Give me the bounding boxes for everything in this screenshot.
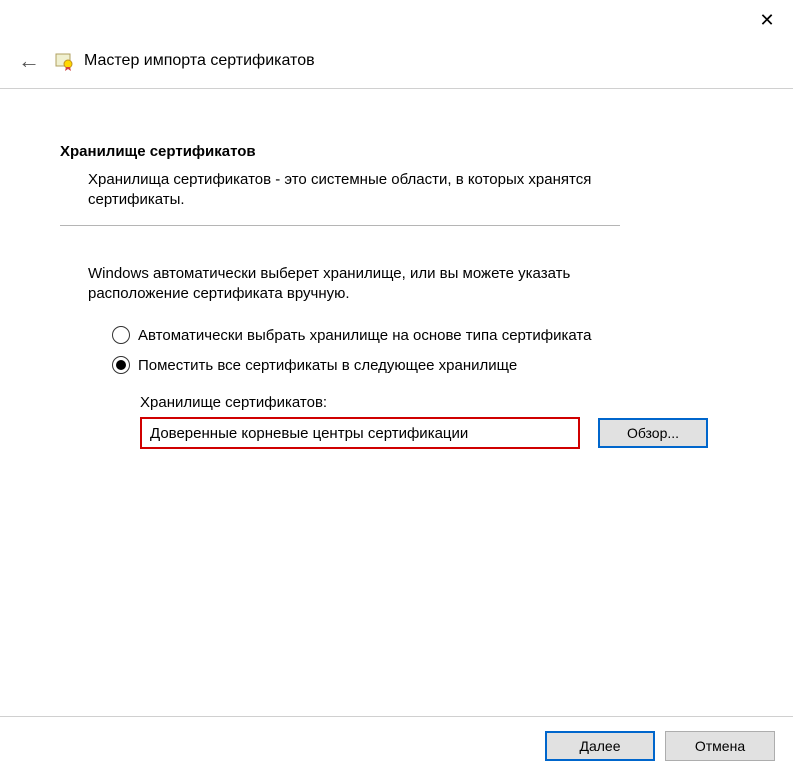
browse-button-label: Обзор... (627, 425, 679, 441)
next-button[interactable]: Далее (545, 731, 655, 761)
store-input[interactable]: Доверенные корневые центры сертификации (140, 417, 580, 449)
radio-manual[interactable] (112, 356, 130, 374)
close-button[interactable]: ✕ (753, 6, 781, 34)
radio-auto[interactable] (112, 326, 130, 344)
section-title: Хранилище сертификатов (60, 143, 733, 160)
cancel-button[interactable]: Отмена (665, 731, 775, 761)
store-label: Хранилище сертификатов: (140, 394, 733, 411)
store-row: Доверенные корневые центры сертификации … (140, 417, 733, 449)
certificate-icon (54, 50, 76, 72)
section-description: Хранилища сертификатов - это системные о… (60, 170, 620, 226)
titlebar: ✕ (0, 0, 793, 40)
wizard-footer: Далее Отмена (0, 716, 793, 775)
radio-manual-row[interactable]: Поместить все сертификаты в следующее хр… (112, 356, 733, 374)
next-button-label: Далее (579, 738, 620, 754)
wizard-title: Мастер импорта сертификатов (84, 52, 315, 70)
radio-auto-row[interactable]: Автоматически выбрать хранилище на основ… (112, 326, 733, 344)
wizard-content: Хранилище сертификатов Хранилища сертифи… (0, 89, 793, 449)
wizard-header: ← Мастер импорта сертификатов (0, 40, 793, 89)
instruction-text: Windows автоматически выберет хранилище,… (60, 264, 620, 305)
browse-button[interactable]: Обзор... (598, 418, 708, 448)
cancel-button-label: Отмена (695, 738, 745, 754)
close-icon: ✕ (759, 10, 774, 31)
arrow-left-icon: ← (18, 48, 40, 73)
back-button[interactable]: ← (18, 48, 40, 74)
store-input-value: Доверенные корневые центры сертификации (150, 425, 468, 442)
radio-auto-label: Автоматически выбрать хранилище на основ… (138, 327, 591, 344)
radio-group: Автоматически выбрать хранилище на основ… (60, 326, 733, 374)
radio-manual-label: Поместить все сертификаты в следующее хр… (138, 357, 517, 374)
